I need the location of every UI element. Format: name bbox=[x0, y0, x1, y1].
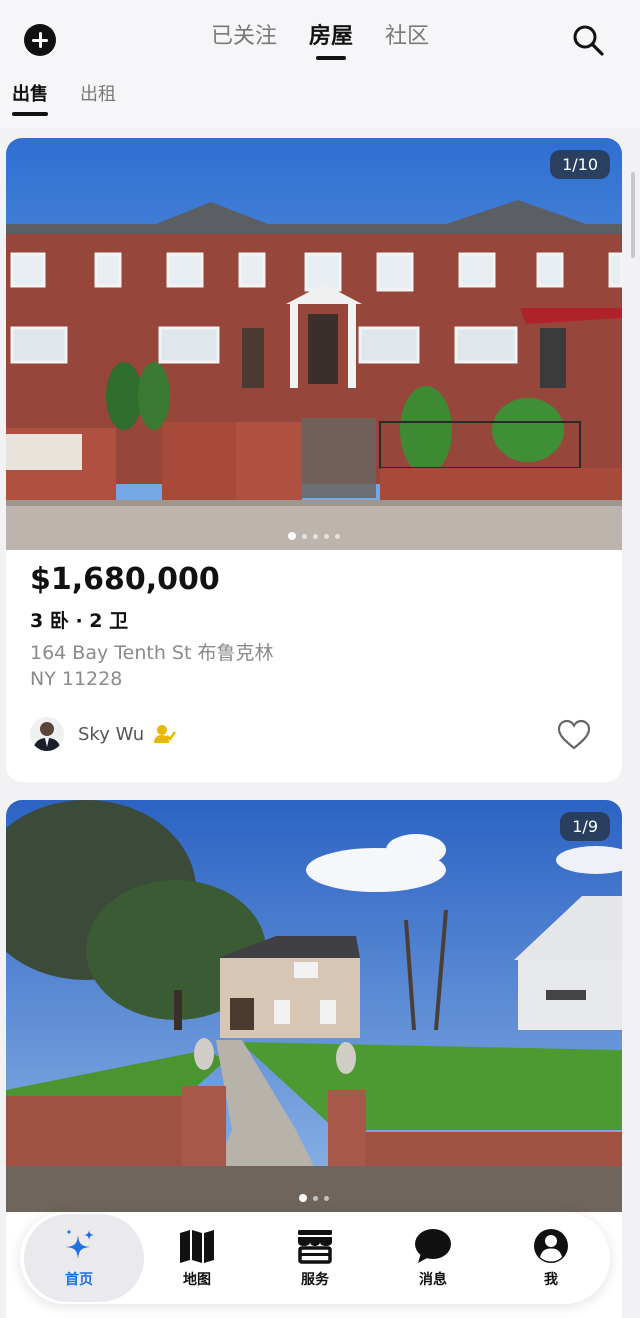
active-sub-tab-indicator bbox=[12, 112, 48, 116]
sub-tab-label: 出售 bbox=[12, 84, 48, 105]
listing-address-state-zip: NY 11228 bbox=[30, 668, 123, 690]
tab-label: 社区 bbox=[385, 24, 430, 49]
photo-pagination-dots bbox=[299, 1194, 329, 1202]
agent-name: Sky Wu bbox=[78, 723, 145, 745]
pagination-dot bbox=[288, 532, 296, 540]
avatar bbox=[30, 717, 64, 751]
scrollbar[interactable] bbox=[631, 172, 635, 258]
favorite-heart-icon[interactable] bbox=[556, 718, 592, 752]
tab-community[interactable]: 社区 bbox=[385, 22, 429, 62]
pagination-dot bbox=[299, 1194, 307, 1202]
store-icon bbox=[296, 1227, 334, 1265]
nav-label: 地图 bbox=[183, 1272, 211, 1288]
nav-messages[interactable]: 消息 bbox=[374, 1212, 492, 1304]
nav-map[interactable]: 地图 bbox=[138, 1212, 256, 1304]
sparkle-icon bbox=[60, 1227, 98, 1265]
sub-tab-for-sale[interactable]: 出售 bbox=[12, 82, 48, 116]
listing-price: $1,680,000 bbox=[30, 562, 220, 597]
nav-label: 服务 bbox=[301, 1272, 329, 1288]
pagination-dot bbox=[324, 533, 329, 539]
tab-label: 房屋 bbox=[308, 24, 353, 49]
nav-label: 首页 bbox=[65, 1272, 93, 1288]
listing-address: 164 Bay Tenth St 布鲁克林 bbox=[30, 642, 274, 664]
pagination-dot bbox=[313, 1195, 318, 1201]
pagination-dot bbox=[302, 533, 307, 539]
user-circle-icon bbox=[532, 1227, 570, 1265]
nav-home[interactable]: 首页 bbox=[20, 1212, 144, 1304]
sub-tab-label: 出租 bbox=[80, 84, 116, 105]
top-tab-bar: 已关注 房屋 社区 bbox=[0, 22, 640, 62]
sub-tab-for-rent[interactable]: 出租 bbox=[80, 82, 116, 116]
tab-label: 已关注 bbox=[210, 24, 277, 49]
bottom-nav-bar: 首页 地图 服务 消息 我 bbox=[20, 1212, 610, 1304]
tab-homes[interactable]: 房屋 bbox=[309, 22, 353, 62]
nav-label: 我 bbox=[544, 1272, 558, 1288]
nav-label: 消息 bbox=[419, 1272, 447, 1288]
listing-rooms: 3 卧 · 2 卫 bbox=[30, 610, 129, 632]
active-tab-indicator bbox=[315, 56, 346, 60]
pagination-dot bbox=[324, 1195, 329, 1201]
map-icon bbox=[178, 1227, 216, 1265]
search-icon[interactable] bbox=[570, 22, 606, 58]
pagination-dot bbox=[313, 533, 318, 539]
photo-counter: 1/9 bbox=[560, 812, 610, 841]
pagination-dot bbox=[335, 533, 340, 539]
top-header: 已关注 房屋 社区 出售 出租 bbox=[0, 0, 640, 128]
tab-following[interactable]: 已关注 bbox=[211, 22, 277, 62]
listing-card[interactable]: 1/10 $1,680,000 3 卧 · 2 卫 164 Bay Tenth … bbox=[6, 138, 622, 782]
photo-counter: 1/10 bbox=[550, 150, 610, 179]
nav-services[interactable]: 服务 bbox=[256, 1212, 374, 1304]
photo-pagination-dots bbox=[288, 532, 340, 540]
chat-bubble-icon bbox=[414, 1227, 452, 1265]
verified-agent-icon bbox=[154, 724, 177, 744]
agent-info[interactable]: Sky Wu bbox=[30, 716, 177, 752]
listing-photo[interactable]: 1/9 bbox=[6, 800, 622, 1212]
listing-photo[interactable]: 1/10 bbox=[6, 138, 622, 550]
nav-me[interactable]: 我 bbox=[492, 1212, 610, 1304]
sub-tab-bar: 出售 出租 bbox=[12, 82, 116, 116]
